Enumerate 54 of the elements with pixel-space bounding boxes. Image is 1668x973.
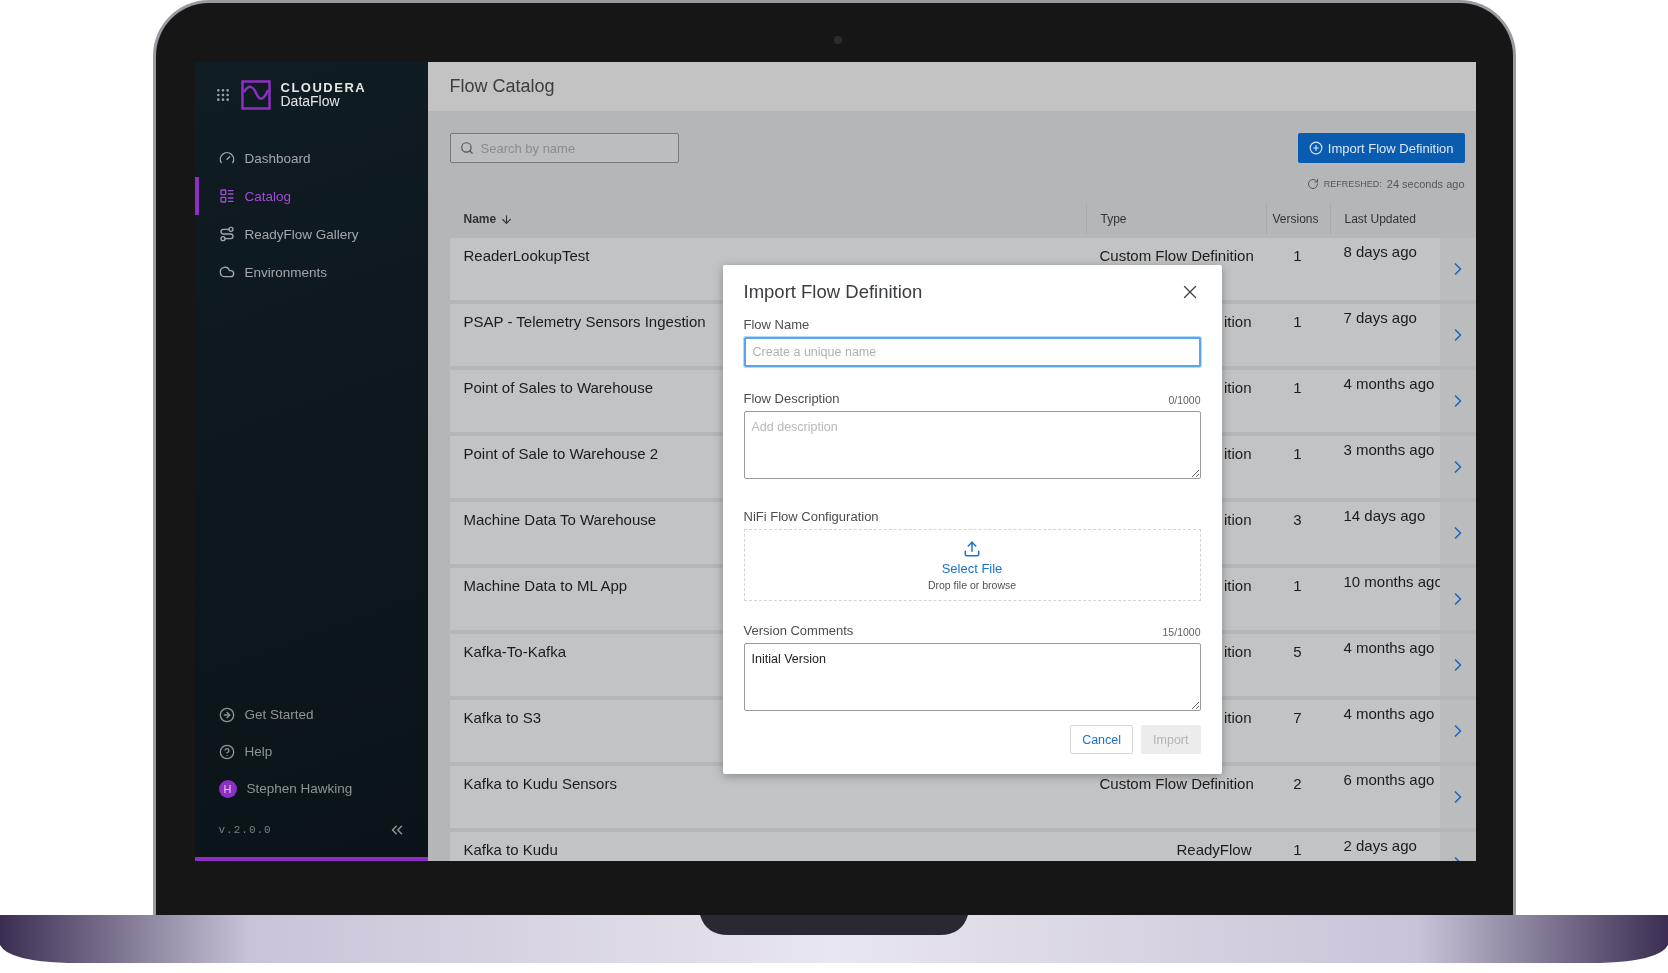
table-cell: ReadyFlow: [1176, 841, 1252, 858]
table-cell: 1: [1293, 577, 1302, 594]
table-cell: 4 months ago: [1343, 639, 1435, 656]
table-cell: 2 days ago: [1343, 837, 1417, 854]
drop-hint: Drop file or browse: [927, 578, 1017, 591]
table-cell: Point of Sale to Warehouse 2: [463, 445, 659, 462]
table-cell: 1: [1293, 313, 1302, 330]
table-cell: 4 months ago: [1343, 375, 1435, 392]
field-label: Flow Name: [743, 317, 810, 332]
table-cell: ition: [1223, 643, 1252, 660]
table-cell: PSAP - Telemetry Sensors Ingestion: [463, 313, 706, 330]
table-cell: Kafka to Kudu: [463, 841, 558, 858]
table-cell: ition: [1223, 577, 1252, 594]
table-cell: 1: [1293, 841, 1302, 858]
table-cell: 4 months ago: [1343, 705, 1435, 722]
dialog-title: Import Flow Definition: [743, 281, 923, 303]
table-cell: ition: [1223, 511, 1252, 528]
table-cell: Kafka-To-Kafka: [463, 643, 567, 660]
brand-name: CLOUDERA: [280, 80, 367, 95]
table-cell: Custom Flow Definition: [1099, 247, 1254, 264]
table-cell: Point of Sales to Warehouse: [463, 379, 654, 396]
table-cell: Custom Flow Definition: [1099, 775, 1254, 792]
table-cell: ition: [1223, 379, 1252, 396]
table-cell: 2: [1293, 775, 1302, 792]
product-name: DataFlow: [280, 94, 341, 110]
table-cell: 3: [1293, 511, 1302, 528]
page-title: Flow Catalog: [449, 76, 555, 97]
table-cell: 1: [1293, 445, 1302, 462]
version-label: v.2.0.0: [218, 824, 272, 836]
table-cell: 5: [1293, 643, 1302, 660]
refreshed-time: 24 seconds ago: [1386, 178, 1465, 190]
table-cell: 14 days ago: [1343, 507, 1426, 524]
table-cell: Kafka to S3: [463, 709, 542, 726]
user-avatar: H: [218, 779, 237, 798]
table-cell: 8 days ago: [1343, 243, 1417, 260]
table-cell: 1: [1293, 247, 1302, 264]
table-cell: Machine Data To Warehouse: [463, 511, 657, 528]
table-cell: ition: [1223, 445, 1252, 462]
table-cell: Machine Data to ML App: [463, 577, 628, 594]
table-cell: 6 months ago: [1343, 771, 1435, 788]
table-cell: 7 days ago: [1343, 309, 1417, 326]
refreshed-label: REFRESHED:: [1323, 179, 1382, 189]
character-counter: 15/1000: [1162, 626, 1201, 638]
table-cell: 3 months ago: [1343, 441, 1435, 458]
table-cell: ition: [1223, 709, 1252, 726]
character-counter: 0/1000: [1168, 394, 1201, 406]
table-cell: 1: [1293, 379, 1302, 396]
field-label: Flow Description: [743, 391, 840, 406]
field-label: NiFi Flow Configuration: [743, 509, 879, 524]
table-cell: Kafka to Kudu Sensors: [463, 775, 617, 792]
table-cell: ition: [1223, 313, 1252, 330]
field-label: Version Comments: [743, 623, 854, 638]
table-cell: ReaderLookupTest: [463, 247, 590, 264]
table-cell: 7: [1293, 709, 1302, 726]
